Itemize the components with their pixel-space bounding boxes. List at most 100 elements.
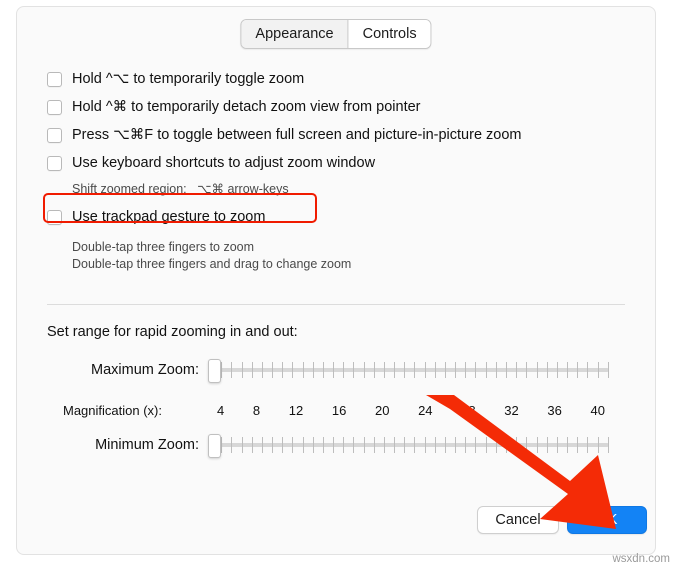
magnification-value: 12 (288, 403, 304, 418)
slider-tick (322, 437, 324, 453)
slider-tick (556, 437, 558, 453)
slider-tick (556, 362, 558, 378)
slider-tick (312, 362, 314, 378)
option-row-hold-detach-zoom[interactable]: Hold ^⌘ to temporarily detach zoom view … (17, 97, 655, 125)
slider-tick (577, 362, 579, 378)
slider-tick (444, 362, 446, 378)
option-row-trackpad-gesture[interactable]: Use trackpad gesture to zoom (17, 207, 655, 235)
slider-tick (495, 437, 497, 453)
option-row-hold-toggle-zoom[interactable]: Hold ^⌥ to temporarily toggle zoom (17, 69, 655, 97)
magnification-value: 32 (504, 403, 519, 418)
tab-controls[interactable]: Controls (347, 20, 431, 48)
label-magnification: Magnification (x): (63, 403, 162, 418)
slider-tick (363, 362, 365, 378)
label-maximum-zoom: Maximum Zoom: (91, 362, 199, 378)
note-double-tap-drag: Double-tap three fingers and drag to cha… (72, 257, 352, 271)
magnification-value: 24 (418, 403, 433, 418)
magnification-value: 4 (217, 403, 225, 418)
slider-tick (261, 437, 263, 453)
slider-tick (282, 437, 284, 453)
options-list: Hold ^⌥ to temporarily toggle zoom Hold … (17, 69, 655, 273)
slider-tick (312, 437, 314, 453)
cancel-button[interactable]: Cancel (477, 506, 559, 534)
slider-ticks-maximum (211, 362, 609, 378)
slider-tick (251, 437, 253, 453)
slider-tick (607, 437, 609, 453)
ok-button[interactable]: OK (567, 506, 647, 534)
slider-tick (414, 437, 416, 453)
slider-tick (546, 437, 548, 453)
slider-tick (394, 362, 396, 378)
magnification-value: 16 (331, 403, 347, 418)
label-minimum-zoom: Minimum Zoom: (95, 437, 199, 453)
checkbox-press-fullscreen-pip[interactable] (47, 128, 62, 143)
slider-tick (302, 362, 304, 378)
slider-tick (373, 362, 375, 378)
slider-tick (333, 437, 335, 453)
slider-tick (333, 362, 335, 378)
checkbox-hold-detach-zoom[interactable] (47, 100, 62, 115)
slider-track-maximum-zoom[interactable] (208, 359, 609, 383)
tab-appearance[interactable]: Appearance (241, 20, 348, 48)
slider-row-minimum-zoom[interactable]: Minimum Zoom: (17, 434, 655, 458)
slider-tick (567, 437, 569, 453)
checkbox-trackpad-gesture[interactable] (47, 210, 62, 225)
slider-tick (516, 437, 518, 453)
magnification-value: 40 (590, 403, 605, 418)
option-row-keyboard-shortcuts[interactable]: Use keyboard shortcuts to adjust zoom wi… (17, 153, 655, 181)
slider-tick (475, 362, 477, 378)
slider-knob-maximum-zoom[interactable] (208, 359, 221, 383)
slider-track-minimum-zoom[interactable] (208, 434, 609, 458)
slider-knob-minimum-zoom[interactable] (208, 434, 221, 458)
slider-tick (261, 362, 263, 378)
slider-tick (444, 437, 446, 453)
slider-row-maximum-zoom[interactable]: Maximum Zoom: (17, 359, 655, 383)
section-divider (47, 304, 625, 305)
slider-tick (475, 437, 477, 453)
checkbox-keyboard-shortcuts[interactable] (47, 156, 62, 171)
slider-tick (567, 362, 569, 378)
slider-tick (343, 437, 345, 453)
slider-tick (597, 437, 599, 453)
slider-tick (302, 437, 304, 453)
slider-tick (383, 362, 385, 378)
slider-tick (241, 362, 243, 378)
slider-tick (292, 362, 294, 378)
option-label: Press ⌥⌘F to toggle between full screen … (72, 127, 522, 143)
slider-tick (465, 437, 467, 453)
slider-tick (434, 437, 436, 453)
slider-tick (587, 437, 589, 453)
slider-tick (485, 362, 487, 378)
slider-tick (505, 362, 507, 378)
slider-tick (353, 437, 355, 453)
slider-tick (526, 362, 528, 378)
magnification-scale: 4 8 12 16 20 24 28 32 36 40 (217, 403, 605, 418)
slider-tick (373, 437, 375, 453)
slider-tick (221, 437, 223, 453)
watermark: wsxdn.com (612, 553, 670, 565)
zoom-options-dialog: Appearance Controls Hold ^⌥ to temporari… (16, 6, 656, 555)
tab-bar[interactable]: Appearance Controls (240, 19, 432, 49)
slider-tick (455, 437, 457, 453)
slider-tick (363, 437, 365, 453)
slider-tick (465, 362, 467, 378)
magnification-value: 8 (252, 403, 261, 418)
checkbox-hold-toggle-zoom[interactable] (47, 72, 62, 87)
slider-tick (322, 362, 324, 378)
slider-tick (546, 362, 548, 378)
slider-tick (282, 362, 284, 378)
slider-tick (495, 362, 497, 378)
note-double-tap-zoom: Double-tap three fingers to zoom (72, 240, 255, 254)
slider-tick (607, 362, 609, 378)
slider-tick (231, 362, 233, 378)
slider-tick (536, 362, 538, 378)
slider-tick (221, 362, 223, 378)
slider-tick (292, 437, 294, 453)
slider-tick (272, 362, 274, 378)
magnification-value: 28 (461, 403, 476, 418)
option-row-press-fullscreen-pip[interactable]: Press ⌥⌘F to toggle between full screen … (17, 125, 655, 153)
slider-tick (251, 362, 253, 378)
slider-tick (414, 362, 416, 378)
slider-tick (394, 437, 396, 453)
option-label: Hold ^⌘ to temporarily detach zoom view … (72, 99, 421, 115)
